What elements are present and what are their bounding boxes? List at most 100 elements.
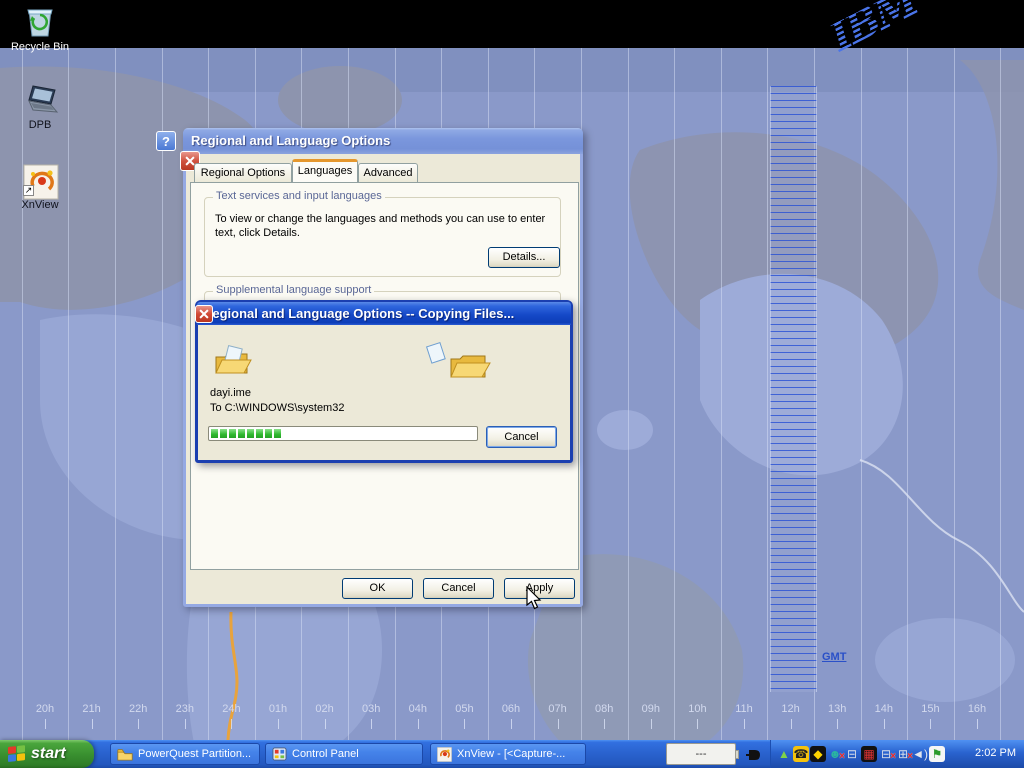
- details-button[interactable]: Details...: [488, 247, 560, 268]
- copying-files-dialog: Regional and Language Options -- Copying…: [195, 300, 573, 463]
- progress-segment: [238, 429, 245, 438]
- xnview-icon: ↗: [23, 164, 57, 196]
- laptop-icon: [23, 84, 57, 116]
- desktop-icon-recycle-bin[interactable]: Recycle Bin: [2, 6, 78, 53]
- folder-icon: [117, 748, 133, 761]
- group-description: To view or change the languages and meth…: [215, 212, 550, 240]
- hour-label: 13h: [822, 703, 852, 715]
- progress-segment: [256, 429, 263, 438]
- hour-tick: [325, 719, 326, 729]
- hour-label: 07h: [543, 703, 573, 715]
- task-label: PowerQuest Partition...: [138, 748, 251, 760]
- ok-button[interactable]: OK: [342, 578, 413, 599]
- progress-segment: [220, 429, 227, 438]
- xnview-icon: [437, 747, 452, 762]
- dialog-title: Regional and Language Options -- Copying…: [203, 306, 514, 321]
- hour-tick: [977, 719, 978, 729]
- tab-languages[interactable]: Languages: [292, 159, 358, 182]
- users-offline-icon[interactable]: ☻×: [827, 746, 843, 762]
- hour-label: 21h: [77, 703, 107, 715]
- copy-progress-bar: [208, 426, 478, 441]
- progress-segment: [247, 429, 254, 438]
- progress-segment: [211, 429, 218, 438]
- start-label: start: [31, 745, 66, 763]
- taskbar-task-xnview[interactable]: XnView - [<Capture-...: [430, 743, 586, 765]
- hour-label: 05h: [449, 703, 479, 715]
- taskbar-clock[interactable]: 2:02 PM: [975, 747, 1016, 759]
- desktop-icon-label: XnView: [2, 199, 78, 211]
- destination-folder-icon: [423, 341, 493, 388]
- hour-tick: [231, 719, 232, 729]
- hour-tick: [651, 719, 652, 729]
- hour-tick: [92, 719, 93, 729]
- desktop-icon-dpb[interactable]: DPB: [2, 84, 78, 131]
- hour-label: 14h: [869, 703, 899, 715]
- hour-label: 16h: [962, 703, 992, 715]
- hour-tick: [791, 719, 792, 729]
- help-button[interactable]: ?: [156, 131, 176, 151]
- hour-tick: [837, 719, 838, 729]
- windows-flag-icon: [8, 745, 26, 763]
- hour-label: 20h: [30, 703, 60, 715]
- phone-agent-icon[interactable]: ☎: [793, 746, 809, 762]
- copying-file-name: dayi.ime: [210, 387, 251, 399]
- network-computer-icon[interactable]: ⊟: [844, 746, 860, 762]
- desktop-icon-xnview[interactable]: ↗ XnView: [2, 164, 78, 211]
- shortcut-arrow-icon: ↗: [23, 185, 34, 196]
- text-services-group: Text services and input languages To vie…: [204, 197, 561, 277]
- network-offline-icon[interactable]: ⊞×: [895, 746, 911, 762]
- tab-regional-options[interactable]: Regional Options: [194, 163, 292, 182]
- hour-label: 02h: [310, 703, 340, 715]
- virus-scanner-icon[interactable]: ▦: [861, 746, 877, 762]
- task-scheduler-icon[interactable]: ⚑: [929, 746, 945, 762]
- hour-label: 09h: [636, 703, 666, 715]
- hour-label: 10h: [682, 703, 712, 715]
- copy-destination: To C:\WINDOWS\system32: [210, 402, 344, 414]
- battery-nub: [735, 750, 739, 759]
- hour-label: 04h: [403, 703, 433, 715]
- taskbar-task-powerquest[interactable]: PowerQuest Partition...: [110, 743, 260, 765]
- close-icon[interactable]: [195, 305, 213, 323]
- mouse-cursor: [524, 586, 544, 612]
- top-banner: IBM: [0, 0, 1024, 48]
- progress-segment: [265, 429, 272, 438]
- battery-meter[interactable]: ---: [666, 743, 736, 765]
- dialog-titlebar[interactable]: Regional and Language Options: [183, 128, 583, 154]
- task-label: Control Panel: [292, 748, 359, 760]
- ac-plug-icon: [744, 748, 762, 762]
- dialog-title: Regional and Language Options: [191, 133, 390, 148]
- taskbar-task-control-panel[interactable]: Control Panel: [265, 743, 423, 765]
- hour-label: 01h: [263, 703, 293, 715]
- task-label: XnView - [<Capture-...: [457, 748, 565, 760]
- norton-utility-icon[interactable]: ◆: [810, 746, 826, 762]
- tab-advanced[interactable]: Advanced: [358, 163, 418, 182]
- dialog-titlebar[interactable]: Regional and Language Options -- Copying…: [197, 302, 571, 325]
- taskbar: start PowerQuest Partition... Control Pa…: [0, 740, 1024, 768]
- control-panel-icon: [272, 747, 287, 761]
- start-button[interactable]: start: [0, 740, 94, 768]
- cancel-button[interactable]: Cancel: [423, 578, 494, 599]
- computer-offline-icon[interactable]: ⊟×: [878, 746, 894, 762]
- desktop-icon-label: Recycle Bin: [2, 41, 78, 53]
- hour-tick: [45, 719, 46, 729]
- hour-tick: [697, 719, 698, 729]
- safely-remove-hardware-icon[interactable]: ▲: [776, 746, 792, 762]
- hour-tick: [604, 719, 605, 729]
- hour-label: 03h: [356, 703, 386, 715]
- hour-label: 24h: [216, 703, 246, 715]
- hour-tick: [558, 719, 559, 729]
- hour-label: 11h: [729, 703, 759, 715]
- system-tray: ▲☎◆☻×⊟▦⊟×⊞×◄)⚑ 2:02 PM: [770, 740, 1024, 768]
- copy-cancel-button[interactable]: Cancel: [486, 426, 557, 448]
- hour-tick: [185, 719, 186, 729]
- hour-label: 06h: [496, 703, 526, 715]
- hour-label: 12h: [776, 703, 806, 715]
- hour-tick: [930, 719, 931, 729]
- progress-segment: [229, 429, 236, 438]
- hour-label: 23h: [170, 703, 200, 715]
- hour-tick: [278, 719, 279, 729]
- desktop-icon-label: DPB: [2, 119, 78, 131]
- volume-icon[interactable]: ◄): [912, 746, 928, 762]
- hour-tick: [418, 719, 419, 729]
- hour-label: 22h: [123, 703, 153, 715]
